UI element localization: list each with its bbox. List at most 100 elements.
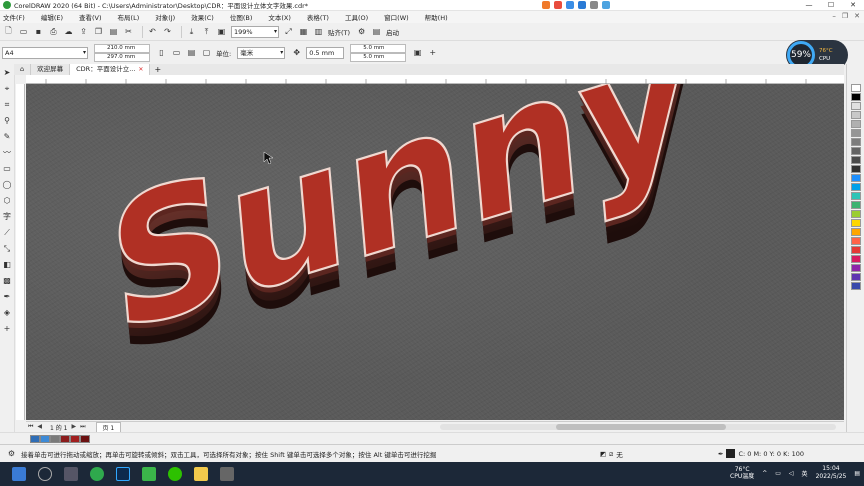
doc-minimize-button[interactable]: – (832, 12, 836, 20)
close-button[interactable]: ✕ (842, 0, 864, 11)
print-icon[interactable]: ⎙ (48, 26, 59, 37)
options-gear-icon[interactable]: ⚙ (356, 26, 367, 37)
tab-close-icon[interactable]: ✕ (138, 64, 143, 75)
nudge-distance-field[interactable]: 0.5 mm (306, 46, 345, 59)
maximize-button[interactable]: ☐ (820, 0, 842, 11)
undo-icon[interactable]: ↶ (147, 26, 158, 37)
artistic-media-icon[interactable]: 〰 (2, 147, 13, 159)
zoom-level-select[interactable]: 199% (231, 25, 279, 38)
menu-effects[interactable]: 效果(C) (191, 12, 214, 22)
vertical-ruler[interactable] (16, 84, 25, 420)
publish-pdf-icon[interactable]: ▣ (216, 26, 227, 37)
browser-icon[interactable] (90, 467, 104, 481)
launch-menu[interactable]: 启动 (386, 27, 399, 37)
duplicate-y-field[interactable]: 5.0 mm (350, 52, 407, 62)
pin-icon[interactable] (554, 1, 562, 9)
first-page-icon[interactable]: ⏮ (28, 423, 33, 431)
start-windows-icon[interactable] (12, 467, 26, 481)
wechat-icon[interactable] (168, 467, 182, 481)
parallel-dimension-icon[interactable]: ⟋ (2, 227, 13, 239)
menu-text[interactable]: 文本(X) (268, 12, 291, 22)
task-view-icon[interactable] (64, 467, 78, 481)
tray-clock[interactable]: 15:04 2022/5/25 (816, 465, 847, 481)
horizontal-scrollbar[interactable] (440, 424, 836, 430)
palette-swatch[interactable] (851, 237, 861, 245)
search-icon[interactable] (38, 467, 52, 481)
launch-icon[interactable]: ▤ (371, 26, 382, 37)
recorder-icon[interactable] (542, 1, 550, 9)
horizontal-ruler[interactable] (26, 75, 844, 84)
palette-swatch[interactable] (851, 228, 861, 236)
menu-object[interactable]: 对象(J) (155, 12, 175, 22)
landscape-icon[interactable]: ▭ (171, 47, 182, 58)
palette-swatch[interactable] (851, 111, 861, 119)
palette-swatch[interactable] (851, 120, 861, 128)
palette-swatch[interactable] (851, 174, 861, 182)
sunny-3d-artwork[interactable]: Sunny Sunny Sunny Sunny (26, 84, 844, 420)
text-tool-icon[interactable]: 字 (2, 211, 13, 223)
scroll-thumb[interactable] (556, 424, 726, 430)
drawing-canvas[interactable]: Sunny Sunny Sunny Sunny (26, 84, 844, 420)
document-color-swatch[interactable] (30, 434, 40, 443)
tab-home-icon[interactable]: ⌂ (14, 64, 32, 75)
palette-swatch[interactable] (851, 156, 861, 164)
transparency-icon[interactable]: ▩ (2, 275, 13, 287)
export-icon[interactable]: ⤒ (201, 26, 212, 37)
network-icon[interactable]: ▭ (775, 470, 781, 477)
tab-document[interactable]: CDR：平面设计立... ✕ (70, 64, 151, 75)
duplicate-x-field[interactable]: 5.0 mm (350, 43, 407, 53)
page-frame-icon[interactable]: ▣ (412, 47, 423, 58)
save-icon[interactable]: ▪ (33, 26, 44, 37)
ime-icon[interactable]: 英 (802, 469, 808, 478)
outline-indicator[interactable]: ✒ C: 0 M: 0 Y: 0 K: 100 (718, 449, 804, 458)
last-page-icon[interactable]: ⏭ (80, 423, 85, 431)
freehand-tool-icon[interactable]: ✎ (2, 131, 13, 143)
menu-table[interactable]: 表格(T) (307, 12, 329, 22)
palette-swatch[interactable] (851, 129, 861, 137)
import-icon[interactable]: ⤓ (186, 26, 197, 37)
pick-tool-icon[interactable]: ➤ (2, 67, 13, 79)
menu-layout[interactable]: 布局(L) (118, 12, 140, 22)
add-tool-icon[interactable]: + (2, 323, 13, 335)
notification-icon[interactable]: ▤ (854, 470, 860, 477)
palette-swatch[interactable] (851, 93, 861, 101)
doc-restore-button[interactable]: ❐ (842, 12, 848, 20)
palette-swatch[interactable] (851, 210, 861, 218)
palette-swatch[interactable] (851, 102, 861, 110)
palette-swatch[interactable] (851, 246, 861, 254)
palette-swatch[interactable] (851, 282, 861, 290)
grid-icon[interactable]: ▥ (313, 26, 324, 37)
layout-icon[interactable] (590, 1, 598, 9)
document-color-swatch[interactable] (70, 434, 80, 443)
status-gear-icon[interactable]: ⚙ (6, 448, 17, 459)
units-select[interactable]: 毫米 (237, 46, 286, 59)
palette-swatch[interactable] (851, 192, 861, 200)
fullscreen-icon[interactable]: ⤢ (283, 26, 294, 37)
palette-swatch[interactable] (851, 165, 861, 173)
volume-icon[interactable]: ◁ (789, 470, 794, 477)
doc-close-button[interactable]: ✕ (854, 12, 860, 20)
settings-icon[interactable] (602, 1, 610, 9)
document-color-swatch[interactable] (50, 434, 60, 443)
palette-swatch[interactable] (851, 273, 861, 281)
rectangle-tool-icon[interactable]: ▭ (2, 163, 13, 175)
eyedropper-icon[interactable]: ✒ (2, 291, 13, 303)
next-page-icon[interactable]: ▶ (71, 423, 76, 431)
palette-swatch[interactable] (851, 84, 861, 92)
palette-swatch[interactable] (851, 147, 861, 155)
tray-cpu-temp[interactable]: 76°C CPU温度 (730, 466, 754, 480)
fill-indicator[interactable]: ◩ ⧄ 无 (600, 449, 623, 460)
minimize-button[interactable]: — (798, 0, 820, 11)
crop-tool-icon[interactable]: ⌗ (2, 99, 13, 111)
add-icon[interactable]: + (427, 47, 438, 58)
copy-icon[interactable]: ❐ (93, 26, 104, 37)
menu-edit[interactable]: 编辑(E) (41, 12, 63, 22)
zoom-tool-icon[interactable]: ⚲ (2, 115, 13, 127)
page-size-select[interactable]: A4 (2, 46, 88, 59)
portrait-icon[interactable]: ▯ (156, 47, 167, 58)
document-color-swatch[interactable] (60, 434, 70, 443)
tab-welcome[interactable]: 欢迎屏幕 (31, 64, 71, 75)
chat-icon[interactable] (578, 1, 586, 9)
palette-swatch[interactable] (851, 219, 861, 227)
palette-swatch[interactable] (851, 255, 861, 263)
